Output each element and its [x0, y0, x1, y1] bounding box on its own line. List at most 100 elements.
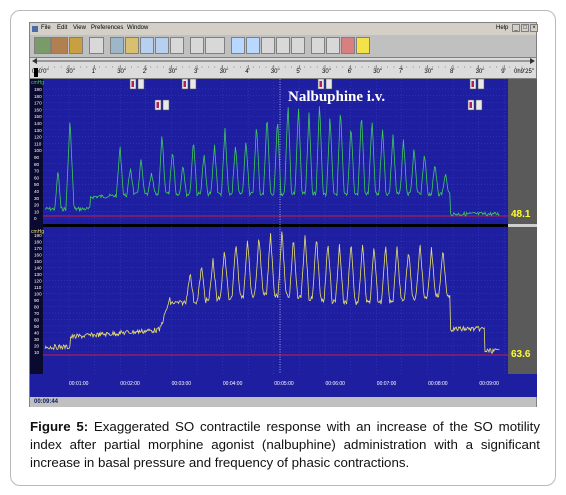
- pointer-icon[interactable]: [231, 37, 245, 54]
- top-axis-tick: 90: [34, 155, 40, 160]
- bottom-axis-tick: 100: [34, 292, 42, 297]
- top-axis-tick: 160: [34, 107, 42, 112]
- time-axis-label: 00:01:00: [69, 381, 89, 387]
- caption-label: Figure 5:: [30, 419, 89, 434]
- time-axis-label: 00:05:00: [274, 381, 294, 387]
- menu-help[interactable]: Help: [496, 25, 508, 31]
- top-axis-tick: 120: [34, 135, 42, 140]
- top-channel-area: [43, 79, 508, 224]
- event-flag-icon: [189, 79, 197, 90]
- caption-text: Exaggerated SO contractile response with…: [30, 419, 540, 470]
- magnifier-icon[interactable]: [291, 37, 305, 54]
- event-flag-icon: [162, 99, 170, 111]
- bottom-axis-tick: 80: [34, 305, 40, 310]
- time-axis-label: 00:06:00: [325, 381, 345, 387]
- close-button[interactable]: ×: [530, 24, 538, 32]
- bottom-axis-tick: 120: [34, 279, 42, 284]
- scale-tool-icon[interactable]: [89, 37, 104, 54]
- ruler-tick-label: 1': [91, 69, 97, 75]
- display-tool-icon[interactable]: [110, 37, 124, 54]
- bottom-axis-tick: 110: [34, 285, 42, 290]
- ruler-tick-label: 30": [117, 69, 126, 75]
- time-axis-label: 00:03:00: [171, 381, 192, 387]
- ruler-tick-label: 3': [194, 69, 199, 75]
- status-time: 00:09:44: [34, 399, 59, 405]
- top-axis-tick: 40: [34, 189, 40, 194]
- ruler-tick-label: 30": [373, 69, 382, 75]
- top-value-readout: 48.1: [511, 209, 531, 220]
- app-icon: [32, 26, 38, 32]
- zoom-in-icon[interactable]: [140, 37, 154, 54]
- measure-icon[interactable]: [276, 37, 290, 54]
- settings-tool-icon[interactable]: [125, 37, 139, 54]
- note-icon[interactable]: [356, 37, 370, 54]
- time-axis-label: 00:09:00: [479, 381, 499, 387]
- ruler-tick-label: 2': [142, 69, 148, 75]
- cup-icon[interactable]: [311, 37, 325, 54]
- funnel-icon[interactable]: [326, 37, 340, 54]
- print-tool-icon[interactable]: [51, 37, 68, 54]
- annotation-label: Nalbuphine i.v.: [288, 89, 386, 105]
- top-axis-tick: 20: [34, 203, 40, 208]
- bottom-axis-tick: 140: [34, 266, 42, 271]
- top-unit-label: cmHg: [31, 80, 45, 86]
- menu-bar: File Edit View Preferences Window Help _…: [30, 23, 538, 35]
- minimize-button[interactable]: _: [512, 24, 520, 32]
- top-axis-tick: 190: [34, 87, 42, 92]
- ruler-tick-label: 7': [398, 69, 404, 75]
- bottom-axis-tick: 20: [34, 344, 40, 349]
- write-tool-icon[interactable]: [205, 37, 225, 54]
- top-axis-tick: 80: [34, 162, 40, 167]
- menu-edit[interactable]: Edit: [57, 25, 67, 31]
- time-axis-label: 00:08:00: [428, 381, 448, 387]
- menu-view[interactable]: View: [73, 25, 86, 31]
- time-ruler[interactable]: 0h0'0" 0h9'25" 30" 1' 30" 2' 30" 3' 30" 4' 30" 5'…: [30, 58, 536, 79]
- bottom-axis-tick: 90: [34, 298, 40, 303]
- ruler-tick-label: 30": [475, 69, 485, 75]
- bottom-axis-tick: 50: [34, 324, 40, 329]
- menu-preferences[interactable]: Preferences: [91, 25, 123, 31]
- ruler-tick-label: 8': [450, 69, 455, 75]
- menu-file[interactable]: File: [41, 25, 51, 31]
- zoom-out-icon[interactable]: [155, 37, 169, 54]
- top-axis-tick: 110: [34, 141, 42, 146]
- bottom-axis-tick: 40: [34, 331, 40, 336]
- record-tool-icon[interactable]: [34, 37, 51, 54]
- ruler-tick-label: 4': [245, 69, 250, 75]
- top-axis-tick: 50: [34, 182, 40, 187]
- fit-tool-icon[interactable]: [170, 37, 184, 54]
- ruler-right-arrow-icon: [530, 58, 535, 64]
- toolbar: [30, 35, 536, 58]
- top-axis-tick: 150: [34, 114, 42, 119]
- bottom-axis-tick: 30: [34, 337, 40, 342]
- plot-svg: 1901801701601501401301201101009080706050…: [30, 79, 537, 397]
- ruler-tick-label: 30": [219, 69, 229, 75]
- marker-icon[interactable]: [246, 37, 260, 54]
- top-axis-tick: 130: [34, 128, 42, 133]
- ruler-tick-label: 30": [66, 69, 75, 75]
- recording-plot[interactable]: 190 180 170 160 150 140 130 120 110 100 90 80 70 60 50…: [30, 79, 537, 397]
- menu-window[interactable]: Window: [127, 25, 148, 31]
- bottom-axis-tick: 70: [34, 311, 40, 316]
- bottom-unit-label: cmHg: [31, 229, 45, 235]
- event-flag-icon: [137, 79, 145, 90]
- figure-caption: Figure 5: Exaggerated SO contractile res…: [30, 418, 540, 472]
- ruler-tick-label: 30": [270, 69, 280, 75]
- bottom-axis-tick: 170: [34, 246, 42, 251]
- pin-icon[interactable]: [261, 37, 275, 54]
- event-flag-icon: [325, 79, 333, 90]
- top-axis-tick: 140: [34, 121, 42, 126]
- top-axis-tick: 30: [34, 196, 40, 201]
- ruler-tick-label: 5': [296, 69, 301, 75]
- bottom-axis-tick: 60: [34, 318, 40, 323]
- bottom-value-readout: 63.6: [511, 349, 531, 360]
- printer-icon[interactable]: [190, 37, 204, 54]
- bottom-axis-tick: 150: [34, 259, 42, 264]
- top-axis-tick: 170: [34, 101, 42, 106]
- maximize-button[interactable]: □: [521, 24, 529, 32]
- bottom-axis-tick: 160: [34, 253, 42, 258]
- folder-tool-icon[interactable]: [69, 37, 83, 54]
- syringe-icon[interactable]: [341, 37, 355, 54]
- status-bar: 00:09:44: [30, 397, 536, 407]
- time-axis-label: 00:02:00: [120, 381, 140, 387]
